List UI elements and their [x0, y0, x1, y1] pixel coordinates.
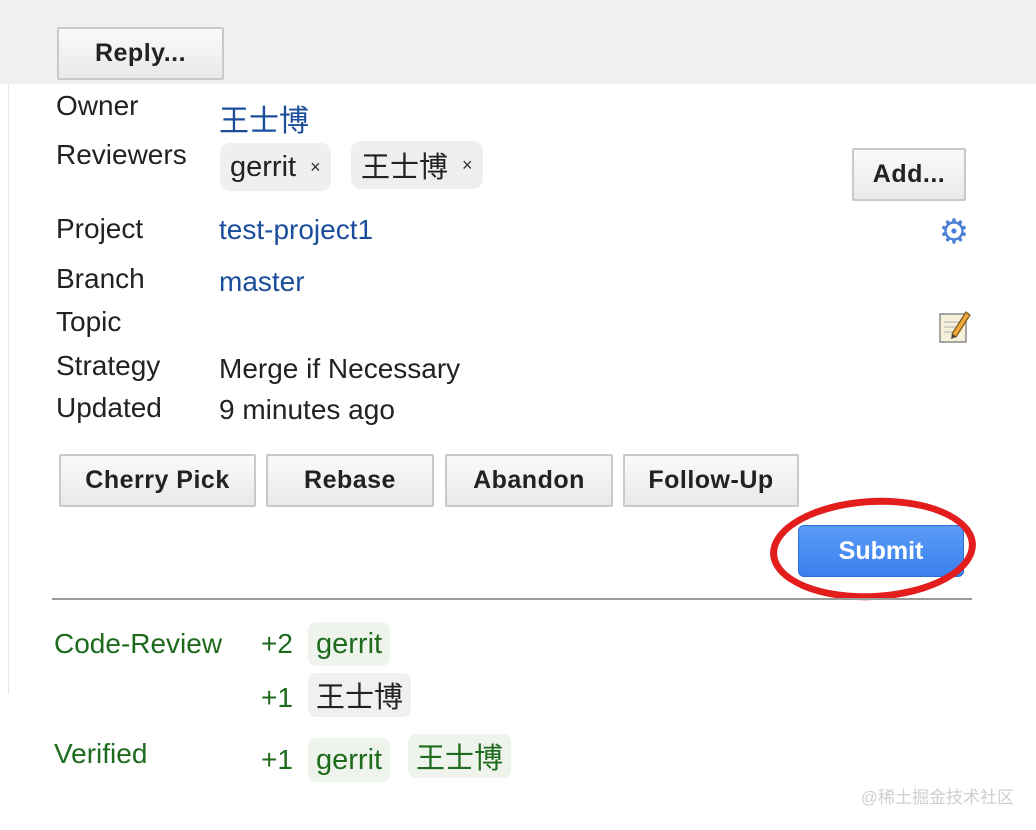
project-label: Project: [56, 213, 144, 244]
updated-label: Updated: [56, 392, 162, 423]
verified-label: Verified: [54, 738, 148, 769]
cherry-pick-button[interactable]: Cherry Pick: [59, 454, 256, 507]
vote-score: +1: [261, 744, 293, 775]
highlight-circle: [767, 492, 979, 606]
strategy-label: Strategy: [56, 350, 161, 381]
panel-border: [8, 84, 9, 694]
reply-button[interactable]: Reply...: [57, 27, 224, 80]
rebase-button[interactable]: Rebase: [266, 454, 434, 507]
topic-label: Topic: [56, 306, 122, 337]
updated-value: 9 minutes ago: [219, 394, 395, 425]
strategy-value: Merge if Necessary: [219, 353, 461, 384]
add-reviewer-button[interactable]: Add...: [852, 148, 966, 201]
edit-note-icon[interactable]: [938, 308, 972, 344]
branch-link[interactable]: master: [219, 266, 305, 298]
follow-up-button[interactable]: Follow-Up: [623, 454, 799, 507]
abandon-button[interactable]: Abandon: [445, 454, 613, 507]
code-review-label: Code-Review: [54, 628, 223, 659]
reviewer-chip: 王士博 ×: [351, 141, 483, 189]
remove-reviewer-icon[interactable]: ×: [310, 157, 321, 178]
remove-reviewer-icon[interactable]: ×: [462, 155, 473, 176]
owner-link[interactable]: 王士博: [219, 96, 309, 140]
branch-label: Branch: [56, 263, 145, 294]
owner-label: Owner: [56, 90, 139, 121]
section-divider: [52, 598, 972, 600]
project-link[interactable]: test-project1: [219, 214, 373, 246]
voter-chip: 王士博: [408, 734, 512, 778]
reviewer-name: 王士博: [361, 152, 449, 184]
reviewer-name: gerrit: [230, 150, 297, 183]
voter-chip: 王士博: [308, 673, 412, 717]
voter-chip: gerrit: [308, 622, 391, 666]
vote-score: +2: [261, 628, 293, 659]
voter-chip: gerrit: [308, 738, 391, 782]
reviewers-label: Reviewers: [56, 139, 187, 170]
vote-score: +1: [261, 682, 293, 713]
gear-icon[interactable]: ⚙: [938, 215, 970, 249]
watermark: @稀土掘金技术社区: [860, 788, 1014, 807]
reviewer-chip: gerrit ×: [220, 143, 331, 191]
